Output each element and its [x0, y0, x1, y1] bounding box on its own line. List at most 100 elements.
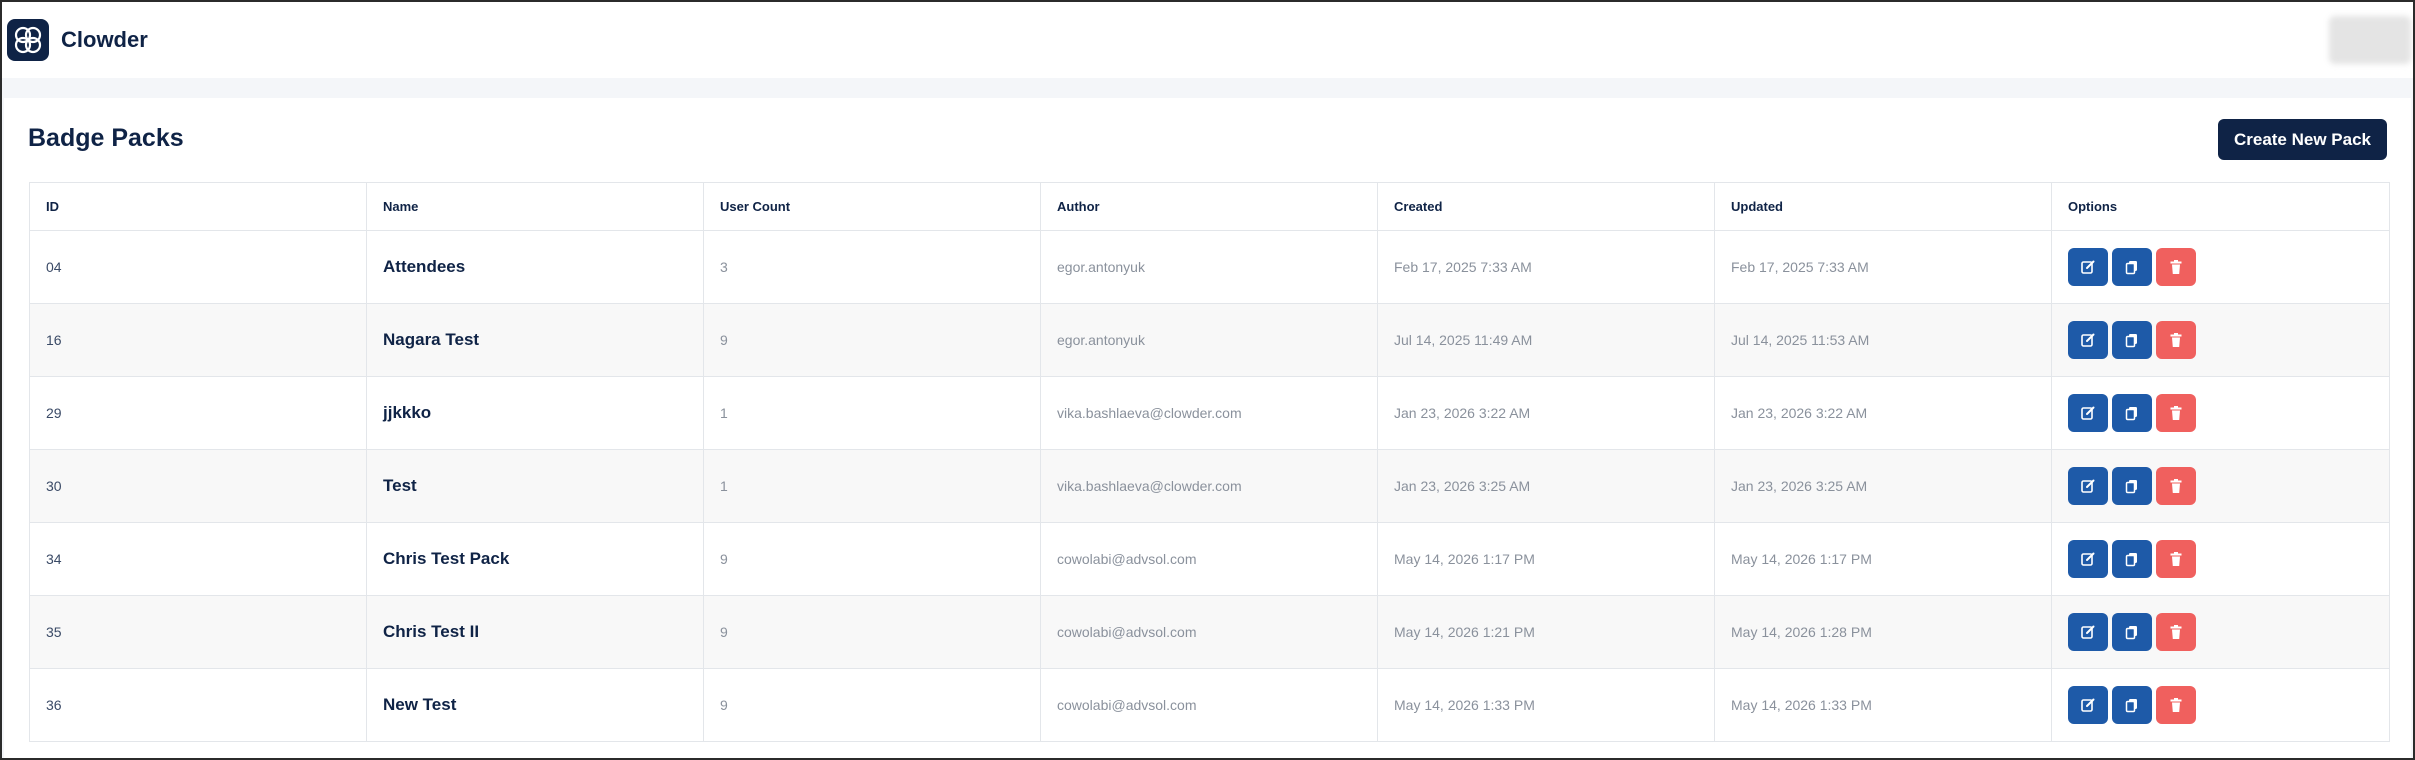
trash-icon — [2168, 405, 2184, 421]
cell-author: cowolabi@advsol.com — [1040, 668, 1378, 742]
cell-name[interactable]: Chris Test Pack — [366, 522, 704, 596]
table-header-row: ID Name User Count Author Created Updated Opti… — [29, 182, 2390, 231]
edit-icon — [2080, 624, 2096, 640]
table-row[interactable]: 04 Attendees 3 egor.antonyuk Feb 17, 2025 7:… — [29, 230, 2390, 304]
cell-author: egor.antonyuk — [1040, 303, 1378, 377]
table-row[interactable]: 36 New Test 9 cowolabi@advsol.com May 14, 20… — [29, 668, 2390, 742]
cell-id: 29 — [29, 376, 367, 450]
badge-packs-table: ID Name User Count Author Created Updated Opti… — [29, 182, 2390, 742]
cell-name[interactable]: Test — [366, 449, 704, 523]
duplicate-button[interactable] — [2112, 321, 2152, 359]
column-header-user-count[interactable]: User Count — [703, 182, 1041, 231]
copy-icon — [2124, 624, 2140, 640]
delete-button[interactable] — [2156, 467, 2196, 505]
edit-button[interactable] — [2068, 248, 2108, 286]
cell-created: Feb 17, 2025 7:33 AM — [1377, 230, 1715, 304]
copy-icon — [2124, 478, 2140, 494]
cell-id: 36 — [29, 668, 367, 742]
table-body: 04 Attendees 3 egor.antonyuk Feb 17, 2025 7:… — [29, 230, 2390, 742]
edit-icon — [2080, 405, 2096, 421]
duplicate-button[interactable] — [2112, 394, 2152, 432]
trash-icon — [2168, 259, 2184, 275]
trash-icon — [2168, 332, 2184, 348]
cell-name[interactable]: Nagara Test — [366, 303, 704, 377]
main-content: Badge Packs Create New Pack ID Name User C… — [4, 98, 2411, 758]
cell-created: Jan 23, 2026 3:25 AM — [1377, 449, 1715, 523]
cell-options — [2051, 449, 2390, 523]
edit-button[interactable] — [2068, 467, 2108, 505]
column-header-name[interactable]: Name — [366, 182, 704, 231]
edit-icon — [2080, 551, 2096, 567]
cell-id: 34 — [29, 522, 367, 596]
app-window: Clowder Badge Packs Create New Pack ID Na… — [0, 0, 2415, 760]
table-row[interactable]: 29 jjkkko 1 vika.bashlaeva@clowder.com Jan 2… — [29, 376, 2390, 450]
cell-updated: May 14, 2026 1:33 PM — [1714, 668, 2052, 742]
cell-options — [2051, 230, 2390, 304]
cell-name[interactable]: jjkkko — [366, 376, 704, 450]
delete-button[interactable] — [2156, 613, 2196, 651]
table-row[interactable]: 34 Chris Test Pack 9 cowolabi@advsol.com May… — [29, 522, 2390, 596]
cell-created: May 14, 2026 1:21 PM — [1377, 595, 1715, 669]
cell-user-count: 9 — [703, 303, 1041, 377]
column-header-id[interactable]: ID — [29, 182, 367, 231]
cell-author: cowolabi@advsol.com — [1040, 595, 1378, 669]
delete-button[interactable] — [2156, 394, 2196, 432]
edit-button[interactable] — [2068, 321, 2108, 359]
page-title: Badge Packs — [28, 124, 184, 152]
trash-icon — [2168, 478, 2184, 494]
edit-button[interactable] — [2068, 394, 2108, 432]
cell-user-count: 3 — [703, 230, 1041, 304]
cell-author: vika.bashlaeva@clowder.com — [1040, 376, 1378, 450]
cell-user-count: 9 — [703, 522, 1041, 596]
table-row[interactable]: 30 Test 1 vika.bashlaeva@clowder.com Jan 23,… — [29, 449, 2390, 523]
column-header-author[interactable]: Author — [1040, 182, 1378, 231]
duplicate-button[interactable] — [2112, 467, 2152, 505]
delete-button[interactable] — [2156, 248, 2196, 286]
column-header-updated[interactable]: Updated — [1714, 182, 2052, 231]
cell-updated: May 14, 2026 1:28 PM — [1714, 595, 2052, 669]
cell-name[interactable]: New Test — [366, 668, 704, 742]
cell-options — [2051, 303, 2390, 377]
edit-button[interactable] — [2068, 613, 2108, 651]
create-new-pack-button[interactable]: Create New Pack — [2217, 119, 2387, 160]
duplicate-button[interactable] — [2112, 686, 2152, 724]
trash-icon — [2168, 624, 2184, 640]
cell-id: 16 — [29, 303, 367, 377]
delete-button[interactable] — [2156, 321, 2196, 359]
edit-icon — [2080, 259, 2096, 275]
column-header-created[interactable]: Created — [1377, 182, 1715, 231]
duplicate-button[interactable] — [2112, 613, 2152, 651]
table-row[interactable]: 16 Nagara Test 9 egor.antonyuk Jul 14, 2025 … — [29, 303, 2390, 377]
edit-button[interactable] — [2068, 686, 2108, 724]
table-row[interactable]: 35 Chris Test II 9 cowolabi@advsol.com May 1… — [29, 595, 2390, 669]
copy-icon — [2124, 551, 2140, 567]
cell-updated: May 14, 2026 1:17 PM — [1714, 522, 2052, 596]
cell-updated: Feb 17, 2025 7:33 AM — [1714, 230, 2052, 304]
duplicate-button[interactable] — [2112, 540, 2152, 578]
cell-id: 35 — [29, 595, 367, 669]
edit-button[interactable] — [2068, 540, 2108, 578]
edit-icon — [2080, 478, 2096, 494]
clowder-logo-icon[interactable] — [7, 19, 49, 61]
cell-created: May 14, 2026 1:17 PM — [1377, 522, 1715, 596]
cell-updated: Jul 14, 2025 11:53 AM — [1714, 303, 2052, 377]
delete-button[interactable] — [2156, 686, 2196, 724]
delete-button[interactable] — [2156, 540, 2196, 578]
cell-updated: Jan 23, 2026 3:25 AM — [1714, 449, 2052, 523]
cell-updated: Jan 23, 2026 3:22 AM — [1714, 376, 2052, 450]
duplicate-button[interactable] — [2112, 248, 2152, 286]
cell-user-count: 1 — [703, 376, 1041, 450]
cell-created: Jul 14, 2025 11:49 AM — [1377, 303, 1715, 377]
brand-name[interactable]: Clowder — [61, 27, 148, 53]
cell-created: May 14, 2026 1:33 PM — [1377, 668, 1715, 742]
column-header-options[interactable]: Options — [2051, 182, 2390, 231]
copy-icon — [2124, 405, 2140, 421]
copy-icon — [2124, 259, 2140, 275]
copy-icon — [2124, 697, 2140, 713]
cell-name[interactable]: Chris Test II — [366, 595, 704, 669]
cell-id: 04 — [29, 230, 367, 304]
user-avatar[interactable] — [2329, 16, 2411, 64]
cell-options — [2051, 376, 2390, 450]
cell-id: 30 — [29, 449, 367, 523]
cell-name[interactable]: Attendees — [366, 230, 704, 304]
